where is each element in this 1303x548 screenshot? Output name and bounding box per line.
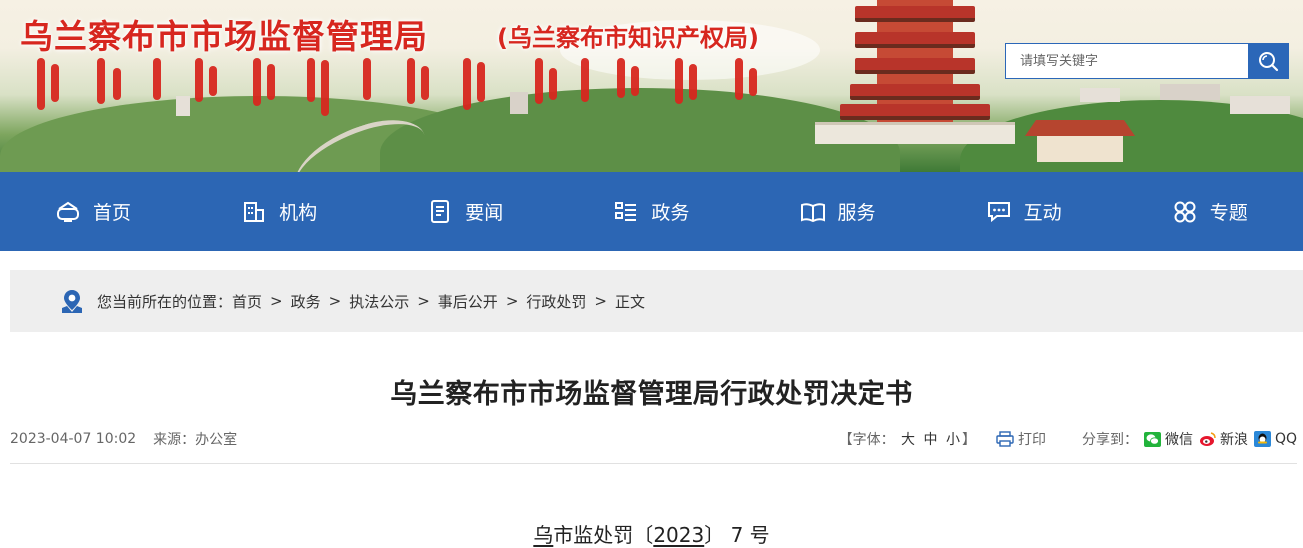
banner-pavilion (1025, 120, 1135, 164)
share-label: 分享到： (1081, 432, 1138, 448)
banner-building (1080, 88, 1120, 102)
article-source: 来源：办公室 (153, 432, 238, 448)
nav-item-organization[interactable]: 机构 (186, 172, 372, 251)
clover-icon (1172, 199, 1198, 225)
qq-icon (1253, 431, 1271, 447)
breadcrumb-enforcement-disclosure[interactable]: 执法公示 (349, 291, 409, 312)
location-icon (59, 288, 85, 314)
document-number-prefix: 乌 (533, 523, 554, 547)
share-wechat-label: 微信 (1164, 432, 1193, 448)
meta-divider (10, 463, 1297, 464)
nav-item-label: 专题 (1209, 202, 1248, 224)
share-weibo-button[interactable]: 新浪 (1199, 429, 1248, 449)
banner-building (1230, 96, 1290, 114)
document-icon (427, 199, 453, 225)
document-number: 乌市监处罚〔2023〕 7 号 (0, 519, 1303, 548)
nav-item-label: 互动 (1023, 202, 1062, 224)
breadcrumb-separator: > (270, 292, 283, 310)
nav-item-label: 政务 (651, 202, 690, 224)
banner-pagoda (815, 0, 1015, 150)
share-bar: 分享到： 微信 新浪 QQ (1082, 429, 1297, 449)
banner-building (1160, 84, 1220, 100)
share-weibo-label: 新浪 (1219, 432, 1248, 448)
nav-item-interaction[interactable]: 互动 (931, 172, 1117, 251)
font-size-label-close: 】 (961, 432, 976, 448)
breadcrumb-administrative-penalty[interactable]: 行政处罚 (526, 291, 586, 312)
print-label: 打印 (1017, 432, 1046, 448)
breadcrumb-prefix: 您当前所在的位置： (97, 292, 233, 311)
nav-item-label: 首页 (93, 202, 132, 224)
font-size-control: 【字体： 大 中 小】 (839, 429, 976, 449)
weibo-icon (1199, 431, 1216, 446)
article-tools: 【字体： 大 中 小】 打印 分享到： 微信 新浪 QQ (839, 429, 1297, 449)
printer-icon (996, 431, 1014, 447)
nav-item-topics[interactable]: 专题 (1117, 172, 1303, 251)
breadcrumb-separator: > (417, 292, 430, 310)
article-datetime: 2023-04-07 10:02 (10, 431, 137, 447)
font-large-button[interactable]: 大 (901, 432, 915, 448)
site-title: 乌兰察布市市场监督管理局 (20, 17, 428, 56)
share-qq-label: QQ (1274, 431, 1297, 447)
nav-item-news[interactable]: 要闻 (372, 172, 558, 251)
breadcrumb-separator: > (594, 292, 607, 310)
chat-icon (986, 199, 1012, 225)
document-number-year: 2023 (653, 523, 705, 547)
search-icon (1259, 52, 1279, 72)
nav-item-services[interactable]: 服务 (745, 172, 931, 251)
search-box (1005, 43, 1289, 79)
breadcrumb-separator: > (505, 292, 519, 310)
font-small-button[interactable]: 小 (946, 432, 960, 448)
nav-item-home[interactable]: 首页 (0, 172, 186, 251)
breadcrumb-current: 正文 (614, 292, 645, 311)
nav-item-label: 服务 (837, 202, 876, 224)
nav-item-label: 要闻 (465, 202, 504, 224)
font-size-label: 【字体： (838, 432, 895, 448)
mongolian-script-title (35, 58, 775, 120)
breadcrumb-post-disclosure[interactable]: 事后公开 (438, 291, 498, 312)
list-icon (613, 199, 639, 225)
print-button[interactable]: 打印 (996, 429, 1046, 449)
font-medium-button[interactable]: 中 (924, 432, 938, 448)
document-number-suffix: 〕 7 号 (704, 523, 770, 547)
nav-item-government-affairs[interactable]: 政务 (558, 172, 744, 251)
breadcrumb-government-affairs[interactable]: 政务 (291, 291, 321, 312)
document-number-mid: 市监处罚〔 (553, 523, 654, 547)
breadcrumb-separator: > (328, 292, 342, 310)
search-input[interactable] (1006, 44, 1248, 78)
article-title: 乌兰察布市市场监督管理局行政处罚决定书 (390, 379, 913, 410)
wechat-icon (1143, 431, 1161, 447)
share-qq-button[interactable]: QQ (1253, 431, 1297, 447)
share-wechat-button[interactable]: 微信 (1143, 429, 1193, 449)
book-icon (800, 199, 826, 225)
header-banner: 乌兰察布市市场监督管理局 (乌兰察布市知识产权局) (0, 0, 1303, 172)
search-button[interactable] (1248, 44, 1288, 78)
main-nav: 首页 机构 要闻 政务 服务 互动 专题 (0, 172, 1303, 251)
home-icon (55, 199, 81, 225)
site-subtitle: (乌兰察布市知识产权局) (497, 24, 759, 52)
article-meta: 2023-04-07 10:02 来源：办公室 【字体： 大 中 小】 打印 分… (10, 428, 1297, 450)
breadcrumb: 您当前所在的位置： 首页 > 政务 > 执法公示 > 事后公开 > 行政处罚 >… (10, 270, 1303, 332)
nav-item-label: 机构 (279, 202, 318, 224)
breadcrumb-home[interactable]: 首页 (232, 291, 262, 312)
building-icon (241, 199, 267, 225)
